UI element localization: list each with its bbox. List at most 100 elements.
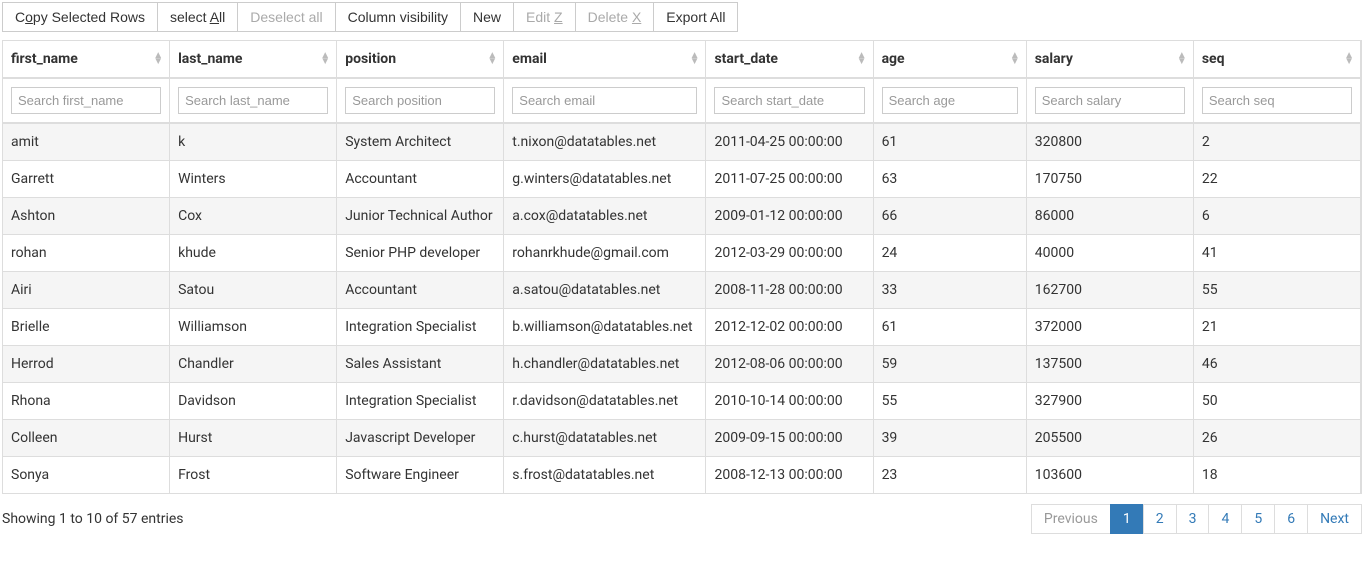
copy-selected-rows-button[interactable]: Copy Selected Rows bbox=[2, 2, 158, 32]
pagination-next[interactable]: Next bbox=[1307, 504, 1362, 534]
table-row[interactable]: amitkSystem Architectt.nixon@datatables.… bbox=[3, 123, 1361, 160]
cell-email: t.nixon@datatables.net bbox=[504, 123, 706, 160]
filter-input-email[interactable] bbox=[512, 87, 697, 114]
header-row: first_name▲▼last_name▲▼position▲▼email▲▼… bbox=[3, 41, 1361, 79]
sort-icon: ▲▼ bbox=[1344, 53, 1354, 65]
pagination-previous[interactable]: Previous bbox=[1031, 504, 1111, 534]
filter-input-start_date[interactable] bbox=[714, 87, 864, 114]
table-row[interactable]: AiriSatouAccountanta.satou@datatables.ne… bbox=[3, 271, 1361, 308]
sort-icon: ▲▼ bbox=[153, 53, 163, 65]
filter-input-age[interactable] bbox=[882, 87, 1018, 114]
cell-last_name: k bbox=[170, 123, 337, 160]
cell-email: s.frost@datatables.net bbox=[504, 456, 706, 493]
table-row[interactable]: ColleenHurstJavascript Developerc.hurst@… bbox=[3, 419, 1361, 456]
table-row[interactable]: HerrodChandlerSales Assistanth.chandler@… bbox=[3, 345, 1361, 382]
column-header-position[interactable]: position ▲▼ bbox=[337, 41, 504, 79]
column-header-age[interactable]: age ▲▼ bbox=[874, 41, 1027, 79]
cell-start_date: 2008-12-13 00:00:00 bbox=[706, 456, 873, 493]
cell-start_date: 2009-01-12 00:00:00 bbox=[706, 197, 873, 234]
cell-start_date: 2011-07-25 00:00:00 bbox=[706, 160, 873, 197]
cell-start_date: 2008-11-28 00:00:00 bbox=[706, 271, 873, 308]
cell-seq: 18 bbox=[1194, 456, 1361, 493]
table-row[interactable]: GarrettWintersAccountantg.winters@datata… bbox=[3, 160, 1361, 197]
column-header-label: start_date bbox=[714, 51, 778, 67]
cell-seq: 6 bbox=[1194, 197, 1361, 234]
cell-last_name: Cox bbox=[170, 197, 337, 234]
select-all-button[interactable]: select All bbox=[158, 2, 238, 32]
cell-last_name: Satou bbox=[170, 271, 337, 308]
pagination: Previous123456Next bbox=[1032, 504, 1362, 534]
cell-seq: 55 bbox=[1194, 271, 1361, 308]
filter-input-seq[interactable] bbox=[1202, 87, 1352, 114]
filter-input-salary[interactable] bbox=[1035, 87, 1185, 114]
sort-icon: ▲▼ bbox=[1177, 53, 1187, 65]
column-header-label: last_name bbox=[178, 51, 242, 67]
table-row[interactable]: SonyaFrostSoftware Engineers.frost@datat… bbox=[3, 456, 1361, 493]
data-table: first_name▲▼last_name▲▼position▲▼email▲▼… bbox=[2, 40, 1362, 494]
sort-icon: ▲▼ bbox=[487, 53, 497, 65]
pagination-page-4[interactable]: 4 bbox=[1208, 504, 1242, 534]
column-header-last_name[interactable]: last_name▲▼ bbox=[170, 41, 337, 79]
pagination-page-5[interactable]: 5 bbox=[1241, 504, 1275, 534]
toolbar: Copy Selected Rows select All Deselect a… bbox=[2, 2, 1362, 32]
cell-first_name: amit bbox=[3, 123, 170, 160]
cell-seq: 50 bbox=[1194, 382, 1361, 419]
column-visibility-button[interactable]: Column visibility bbox=[336, 2, 461, 32]
cell-first_name: Herrod bbox=[3, 345, 170, 382]
column-header-label: age bbox=[882, 51, 905, 67]
column-header-salary[interactable]: salary▲▼ bbox=[1027, 41, 1194, 79]
cell-age: 66 bbox=[874, 197, 1027, 234]
new-button[interactable]: New bbox=[461, 2, 514, 32]
edit-button[interactable]: Edit Z bbox=[514, 2, 576, 32]
cell-first_name: Garrett bbox=[3, 160, 170, 197]
pagination-page-2[interactable]: 2 bbox=[1143, 504, 1177, 534]
column-header-label: position bbox=[345, 51, 396, 67]
cell-salary: 162700 bbox=[1027, 271, 1194, 308]
column-header-seq[interactable]: seq ▲▼ bbox=[1194, 41, 1361, 79]
cell-last_name: Chandler bbox=[170, 345, 337, 382]
table-row[interactable]: AshtonCoxJunior Technical Authora.cox@da… bbox=[3, 197, 1361, 234]
cell-last_name: Hurst bbox=[170, 419, 337, 456]
cell-email: r.davidson@datatables.net bbox=[504, 382, 706, 419]
table-info: Showing 1 to 10 of 57 entries bbox=[2, 511, 184, 527]
cell-first_name: Ashton bbox=[3, 197, 170, 234]
export-all-button[interactable]: Export All bbox=[654, 2, 738, 32]
cell-seq: 2 bbox=[1194, 123, 1361, 160]
deselect-all-button[interactable]: Deselect all bbox=[238, 2, 335, 32]
pagination-page-6[interactable]: 6 bbox=[1274, 504, 1308, 534]
cell-age: 24 bbox=[874, 234, 1027, 271]
delete-button[interactable]: Delete X bbox=[576, 2, 655, 32]
cell-salary: 320800 bbox=[1027, 123, 1194, 160]
pagination-page-1[interactable]: 1 bbox=[1110, 504, 1144, 534]
cell-last_name: Frost bbox=[170, 456, 337, 493]
cell-start_date: 2012-12-02 00:00:00 bbox=[706, 308, 873, 345]
cell-seq: 41 bbox=[1194, 234, 1361, 271]
column-header-email[interactable]: email▲▼ bbox=[504, 41, 706, 79]
table-row[interactable]: rohankhudeSenior PHP developerrohanrkhud… bbox=[3, 234, 1361, 271]
filter-input-position[interactable] bbox=[345, 87, 495, 114]
pagination-page-3[interactable]: 3 bbox=[1176, 504, 1210, 534]
cell-age: 39 bbox=[874, 419, 1027, 456]
filter-input-last_name[interactable] bbox=[178, 87, 328, 114]
column-header-first_name[interactable]: first_name ▲▼ bbox=[3, 41, 170, 79]
cell-first_name: rohan bbox=[3, 234, 170, 271]
table-row[interactable]: RhonaDavidsonIntegration Specialistr.dav… bbox=[3, 382, 1361, 419]
column-header-label: first_name bbox=[11, 51, 78, 67]
cell-age: 63 bbox=[874, 160, 1027, 197]
table-row[interactable]: BrielleWilliamsonIntegration Specialistb… bbox=[3, 308, 1361, 345]
cell-start_date: 2011-04-25 00:00:00 bbox=[706, 123, 873, 160]
cell-position: Sales Assistant bbox=[337, 345, 504, 382]
column-header-start_date[interactable]: start_date▲▼ bbox=[706, 41, 873, 79]
cell-email: c.hurst@datatables.net bbox=[504, 419, 706, 456]
filter-input-first_name[interactable] bbox=[11, 87, 161, 114]
cell-last_name: Williamson bbox=[170, 308, 337, 345]
cell-salary: 170750 bbox=[1027, 160, 1194, 197]
sort-icon: ▲▼ bbox=[1010, 53, 1020, 65]
cell-email: a.satou@datatables.net bbox=[504, 271, 706, 308]
cell-position: Integration Specialist bbox=[337, 308, 504, 345]
cell-position: System Architect bbox=[337, 123, 504, 160]
cell-first_name: Rhona bbox=[3, 382, 170, 419]
cell-salary: 86000 bbox=[1027, 197, 1194, 234]
cell-first_name: Brielle bbox=[3, 308, 170, 345]
column-header-label: seq bbox=[1202, 51, 1225, 67]
